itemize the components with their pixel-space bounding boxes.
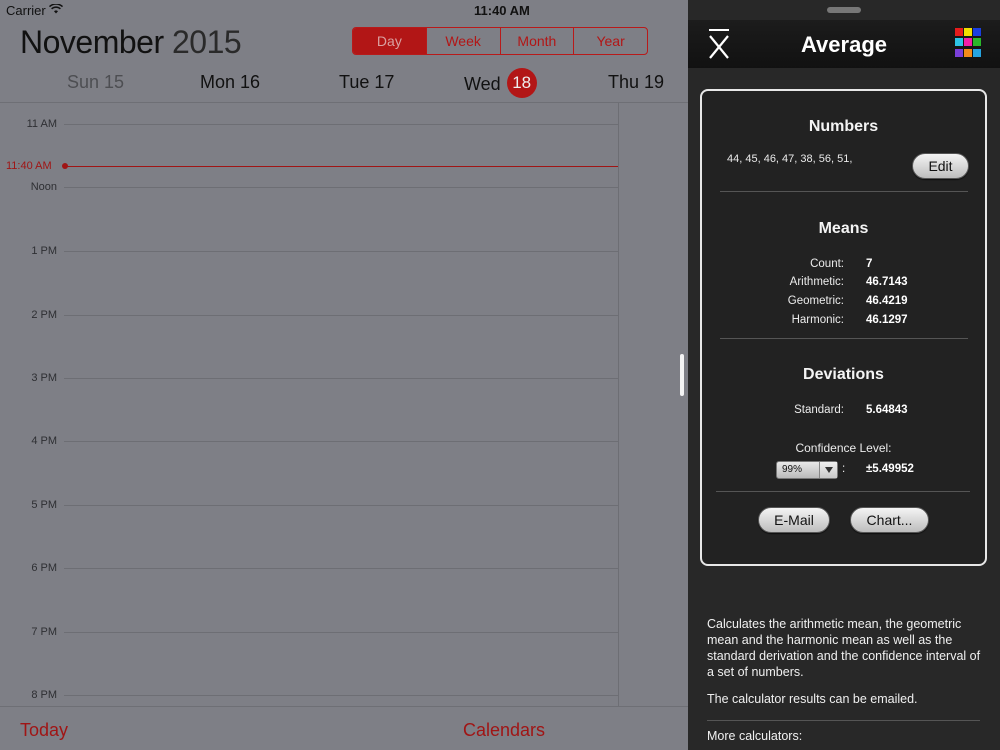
tab-year[interactable]: Year: [574, 28, 647, 54]
app-title: Average: [800, 32, 887, 57]
hour-line: [64, 632, 618, 633]
hour-label: 3 PM: [31, 372, 57, 384]
hour-line: [64, 315, 618, 316]
current-time-label: 11:40 AM: [6, 160, 52, 172]
split-view-handle[interactable]: [680, 354, 684, 396]
hour-line: [64, 187, 618, 188]
hour-label: 6 PM: [31, 562, 57, 574]
hour-line: [64, 251, 618, 252]
hour-line: [64, 378, 618, 379]
color-swatch: [973, 28, 981, 36]
hour-line: [64, 505, 618, 506]
section-divider: [716, 491, 970, 492]
tab-week[interactable]: Week: [427, 28, 501, 54]
color-swatch: [973, 48, 981, 57]
hour-line: [64, 568, 618, 569]
harmonic-value: 46.1297: [866, 314, 908, 326]
column-divider: [618, 103, 619, 706]
chevron-down-icon: [819, 462, 837, 478]
confidence-level-select[interactable]: 99%: [776, 461, 838, 479]
day-mon-16[interactable]: Mon 16: [200, 72, 260, 93]
count-value: 7: [866, 258, 873, 270]
day-header-row: Sun 15 Mon 16 Tue 17 Wed 18 Thu 19: [0, 68, 688, 102]
calendar-toolbar: Today Calendars: [0, 706, 688, 750]
hour-label: 2 PM: [31, 309, 57, 321]
harmonic-label: Harmonic:: [791, 314, 844, 326]
confidence-level-value: 99%: [782, 464, 803, 475]
geometric-label: Geometric:: [787, 295, 844, 307]
color-swatch: [955, 28, 963, 36]
year: 2015: [172, 24, 242, 60]
email-button[interactable]: E-Mail: [758, 507, 830, 533]
status-time: 11:40 AM: [474, 3, 530, 18]
app-header: Average: [688, 20, 1000, 68]
month-title: November 2015: [20, 24, 242, 61]
standard-value: 5.64843: [866, 404, 908, 416]
color-swatch: [973, 38, 981, 47]
average-calculator-app: Average Numbers 44, 45, 46, 47, 38, 56, …: [688, 0, 1000, 750]
wifi-icon: [49, 4, 63, 14]
color-swatch: [964, 48, 972, 57]
carrier-label: Carrier: [6, 3, 46, 18]
standard-label: Standard:: [794, 404, 844, 416]
count-label: Count:: [810, 258, 844, 270]
today-badge: 18: [506, 68, 537, 98]
deviations-title: Deviations: [803, 366, 884, 383]
arithmetic-label: Arithmetic:: [789, 276, 844, 288]
means-title: Means: [818, 220, 869, 237]
day-tue-17[interactable]: Tue 17: [339, 72, 394, 93]
numbers-title: Numbers: [808, 118, 879, 135]
hour-label: 5 PM: [31, 499, 57, 511]
day-wed-18[interactable]: Wed 18: [464, 68, 537, 100]
hour-label: 8 PM: [31, 689, 57, 701]
current-time-line: [64, 166, 618, 167]
day-sun-15[interactable]: Sun 15: [67, 72, 124, 93]
section-divider: [720, 338, 968, 339]
edit-button[interactable]: Edit: [912, 153, 969, 179]
chart-button[interactable]: Chart...: [850, 507, 929, 533]
confidence-interval-value: ±5.49952: [866, 463, 914, 475]
tab-day[interactable]: Day: [353, 28, 427, 54]
tab-month[interactable]: Month: [501, 28, 575, 54]
view-switcher: Day Week Month Year: [352, 27, 648, 55]
day-grid[interactable]: 11 AM 11:40 AM Noon 1 PM 2 PM 3 PM 4 PM …: [0, 103, 688, 706]
confidence-level-label: Confidence Level:: [795, 441, 892, 455]
calendar-app: November 2015 Day Week Month Year Sun 15…: [0, 0, 688, 750]
numbers-list: 44, 45, 46, 47, 38, 56, 51,: [727, 153, 853, 165]
hour-label: 11 AM: [26, 118, 57, 130]
color-swatch: [955, 38, 963, 47]
day-wed-label: Wed: [464, 73, 501, 94]
hour-line: [64, 124, 618, 125]
month-name: November: [20, 24, 164, 60]
color-swatch: [964, 28, 972, 36]
hour-label: 1 PM: [31, 245, 57, 257]
geometric-value: 46.4219: [866, 295, 908, 307]
description-divider: [707, 720, 980, 721]
results-card: Numbers 44, 45, 46, 47, 38, 56, 51, Edit…: [700, 89, 987, 566]
more-calculators-link[interactable]: More calculators:: [707, 728, 985, 744]
email-note: The calculator results can be emailed.: [707, 692, 918, 706]
hour-label: 4 PM: [31, 435, 57, 447]
section-divider: [720, 191, 968, 192]
status-bar: Carrier 11:40 AM: [0, 0, 1000, 20]
color-grid-icon[interactable]: [955, 28, 985, 58]
hour-line: [64, 695, 618, 696]
description-text: Calculates the arithmetic mean, the geom…: [707, 617, 981, 679]
color-swatch: [964, 38, 972, 47]
hour-label: Noon: [30, 181, 57, 193]
calendars-button[interactable]: Calendars: [463, 720, 545, 741]
day-thu-19[interactable]: Thu 19: [608, 72, 664, 93]
today-button[interactable]: Today: [20, 720, 68, 741]
color-swatch: [955, 48, 963, 57]
arithmetic-value: 46.7143: [866, 276, 908, 288]
confidence-colon: :: [842, 463, 846, 475]
hour-line: [64, 441, 618, 442]
hour-label: 7 PM: [31, 626, 57, 638]
